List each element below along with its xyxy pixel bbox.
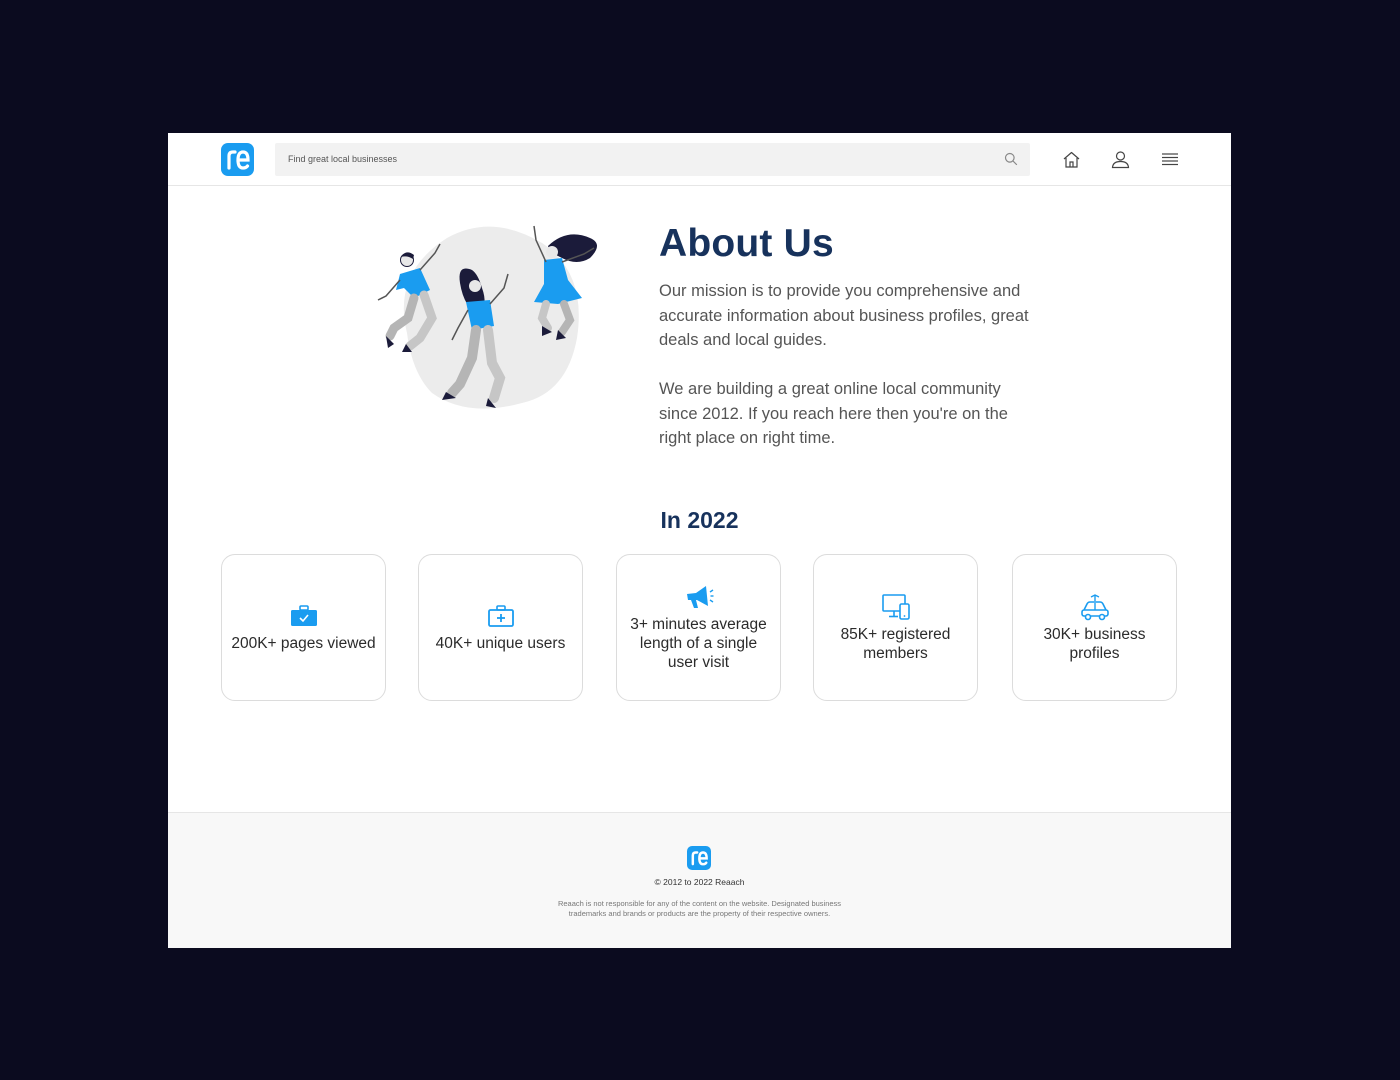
medical-kit-icon	[487, 602, 515, 630]
jumping-people-illustration	[372, 218, 632, 428]
stat-label: 85K+ registered members	[840, 625, 951, 662]
about-paragraph-community: We are building a great online local com…	[659, 380, 1008, 447]
home-icon[interactable]	[1062, 150, 1081, 174]
about-title: About Us	[659, 222, 834, 265]
briefcase-check-icon	[290, 602, 318, 630]
site-header: Find great local businesses	[168, 133, 1231, 186]
megaphone-icon	[684, 583, 714, 611]
menu-icon[interactable]	[1161, 150, 1179, 174]
stat-label: 200K+ pages viewed	[231, 635, 376, 652]
stat-label: 40K+ unique users	[435, 635, 566, 652]
search-bar[interactable]: Find great local businesses	[275, 143, 1030, 176]
stat-label: 3+ minutes average length of a single us…	[630, 616, 767, 671]
stat-card-pages: 200K+ pages viewed	[221, 554, 386, 701]
page-frame: Find great local businesses About Us Our…	[168, 133, 1231, 948]
footer-disclaimer: Reaach is not responsible for any of the…	[557, 899, 842, 918]
stat-label: 30K+ business profiles	[1043, 625, 1146, 662]
footer-logo[interactable]	[687, 846, 711, 870]
about-paragraph-mission: Our mission is to provide you comprehens…	[659, 282, 1029, 349]
site-logo[interactable]	[221, 143, 254, 176]
stat-card-visit-length: 3+ minutes average length of a single us…	[616, 554, 781, 701]
footer-copyright: © 2012 to 2022 Reaach	[654, 877, 745, 887]
devices-icon	[881, 593, 911, 621]
stat-card-business-profiles: 30K+ business profiles	[1012, 554, 1177, 701]
site-footer: © 2012 to 2022 Reaach Reaach is not resp…	[168, 812, 1231, 948]
search-icon[interactable]	[1004, 152, 1018, 171]
stat-card-users: 40K+ unique users	[418, 554, 583, 701]
car-icon	[1080, 593, 1110, 621]
stats-title: In 2022	[660, 507, 739, 533]
user-icon[interactable]	[1111, 150, 1130, 174]
stat-card-members: 85K+ registered members	[813, 554, 978, 701]
search-input[interactable]: Find great local businesses	[288, 154, 397, 164]
